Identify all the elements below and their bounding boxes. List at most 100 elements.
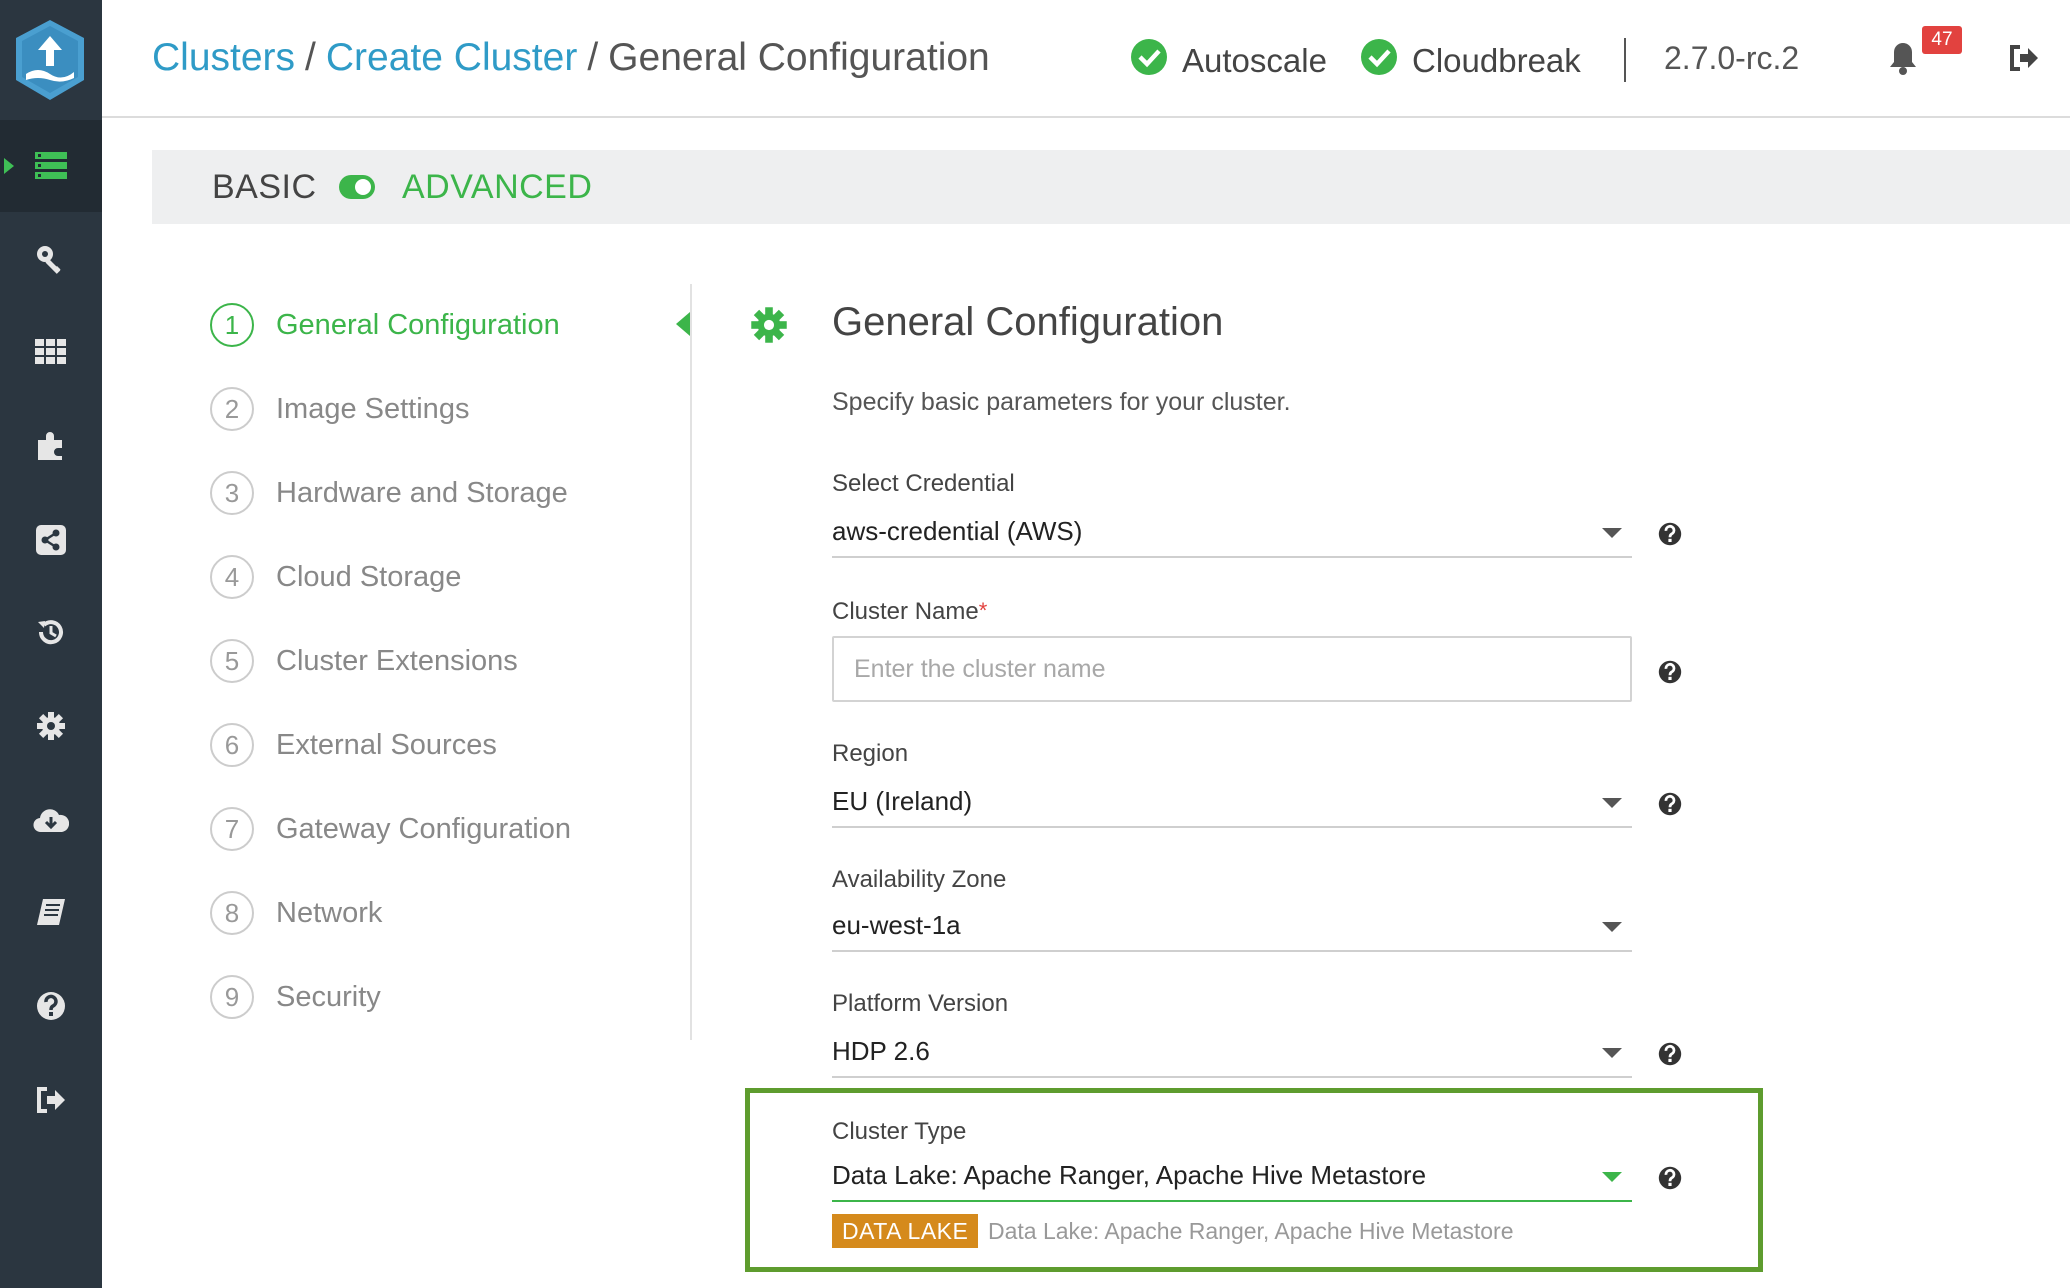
- mode-basic-label[interactable]: BASIC: [212, 168, 317, 207]
- cluster-type-label: Cluster Type: [832, 1118, 967, 1145]
- credential-label: Select Credential: [832, 470, 1015, 497]
- availability-zone-select[interactable]: eu-west-1a: [832, 902, 1632, 952]
- step-label: Security: [276, 980, 381, 1013]
- mode-toggle-switch[interactable]: [338, 174, 376, 200]
- step-number: 7: [210, 807, 254, 851]
- availability-zone-value: eu-west-1a: [832, 910, 961, 940]
- check-circle-icon: [1360, 38, 1412, 84]
- top-header: Clusters / Create Cluster / General Configur…: [102, 0, 2070, 118]
- sidebar-item-history[interactable]: [0, 586, 102, 678]
- platform-version-label: Platform Version: [832, 990, 1009, 1017]
- service-status-autoscale: Autoscale: [1130, 38, 1327, 84]
- mode-bar: BASIC ADVANCED: [152, 150, 2070, 224]
- sidebar-item-docs[interactable]: [0, 866, 102, 958]
- form-title: General Configuration: [832, 300, 1224, 344]
- mode-advanced-label[interactable]: ADVANCED: [402, 168, 592, 207]
- help-icon[interactable]: [1658, 1166, 1682, 1190]
- share-icon: [36, 525, 66, 555]
- step-number: 3: [210, 471, 254, 515]
- step-number: 2: [210, 387, 254, 431]
- version-label: 2.7.0-rc.2: [1664, 40, 1800, 76]
- help-icon[interactable]: [1658, 660, 1682, 684]
- platform-version-value: HDP 2.6: [832, 1036, 930, 1066]
- step-hardware-and-storage[interactable]: 3 Hardware and Storage: [210, 468, 710, 518]
- step-security[interactable]: 9 Security: [210, 972, 710, 1022]
- help-icon[interactable]: [1658, 522, 1682, 546]
- sidebar-item-settings[interactable]: [0, 680, 102, 772]
- puzzle-icon: [36, 430, 66, 462]
- step-label: Cluster Extensions: [276, 644, 518, 677]
- steps-divider: [690, 284, 692, 1040]
- step-external-sources[interactable]: 6 External Sources: [210, 720, 710, 770]
- cluster-type-description: Data Lake: Apache Ranger, Apache Hive Me…: [988, 1218, 1514, 1244]
- step-number: 9: [210, 975, 254, 1019]
- key-icon: [35, 244, 67, 276]
- required-asterisk: *: [978, 598, 988, 623]
- step-number: 6: [210, 723, 254, 767]
- logout-icon: [2008, 45, 2040, 76]
- header-logout-button[interactable]: [2008, 44, 2040, 77]
- step-label: Network: [276, 896, 383, 929]
- cluster-name-label: Cluster Name*: [832, 598, 987, 626]
- notification-count-badge: 47: [1922, 26, 1962, 54]
- help-icon: [36, 991, 66, 1021]
- step-cluster-extensions[interactable]: 5 Cluster Extensions: [210, 636, 710, 686]
- sidebar-item-credentials[interactable]: [0, 214, 102, 306]
- cluster-type-select[interactable]: Data Lake: Apache Ranger, Apache Hive Me…: [832, 1152, 1632, 1202]
- cluster-name-input[interactable]: [832, 636, 1632, 702]
- credential-value: aws-credential (AWS): [832, 516, 1083, 546]
- step-image-settings[interactable]: 2 Image Settings: [210, 384, 710, 434]
- service-status-cloudbreak: Cloudbreak: [1360, 38, 1581, 84]
- header-divider: [1624, 38, 1626, 82]
- credential-select[interactable]: aws-credential (AWS): [832, 508, 1632, 558]
- chevron-down-icon: [1602, 1172, 1622, 1182]
- region-select[interactable]: EU (Ireland): [832, 778, 1632, 828]
- step-cloud-storage[interactable]: 4 Cloud Storage: [210, 552, 710, 602]
- active-step-caret-icon: [676, 312, 690, 336]
- step-number: 8: [210, 891, 254, 935]
- sidebar-item-download[interactable]: [0, 774, 102, 866]
- gear-icon: [750, 306, 788, 349]
- cloudbreak-logo[interactable]: [14, 18, 86, 102]
- chevron-down-icon: [1602, 1048, 1622, 1058]
- check-circle-icon: [1130, 38, 1182, 84]
- notifications-button[interactable]: [1888, 40, 1918, 81]
- region-label: Region: [832, 740, 909, 767]
- sidebar: [0, 0, 102, 1288]
- cloud-download-icon: [33, 806, 69, 834]
- help-icon[interactable]: [1658, 792, 1682, 816]
- sidebar-item-clusters[interactable]: [0, 120, 102, 212]
- step-network[interactable]: 8 Network: [210, 888, 710, 938]
- logout-icon: [35, 1086, 67, 1114]
- history-icon: [35, 616, 67, 648]
- sidebar-item-extensions[interactable]: [0, 400, 102, 492]
- breadcrumb-clusters[interactable]: Clusters: [152, 36, 295, 79]
- step-number: 5: [210, 639, 254, 683]
- step-label: Gateway Configuration: [276, 812, 571, 845]
- cluster-type-value: Data Lake: Apache Ranger, Apache Hive Me…: [832, 1160, 1427, 1190]
- service-name: Cloudbreak: [1412, 42, 1581, 79]
- form-description: Specify basic parameters for your cluste…: [832, 388, 1291, 416]
- step-gateway-configuration[interactable]: 7 Gateway Configuration: [210, 804, 710, 854]
- sidebar-item-shared-services[interactable]: [0, 494, 102, 586]
- breadcrumb-separator: /: [305, 36, 316, 79]
- bell-icon: [1888, 43, 1918, 80]
- sidebar-item-logout[interactable]: [0, 1054, 102, 1146]
- clusters-icon: [34, 151, 68, 181]
- step-general-configuration[interactable]: 1 General Configuration: [210, 300, 710, 350]
- platform-version-select[interactable]: HDP 2.6: [832, 1028, 1632, 1078]
- step-label: Cloud Storage: [276, 560, 462, 593]
- breadcrumb-create-cluster[interactable]: Create Cluster: [326, 36, 577, 79]
- chevron-down-icon: [1602, 798, 1622, 808]
- breadcrumb-current: General Configuration: [608, 36, 990, 79]
- chevron-down-icon: [1602, 922, 1622, 932]
- chevron-down-icon: [1602, 528, 1622, 538]
- breadcrumb-separator: /: [587, 36, 599, 79]
- book-icon: [35, 897, 67, 927]
- grid-icon: [35, 339, 67, 365]
- step-label: Image Settings: [276, 392, 470, 425]
- sidebar-item-help[interactable]: [0, 960, 102, 1052]
- help-icon[interactable]: [1658, 1042, 1682, 1066]
- region-value: EU (Ireland): [832, 786, 973, 816]
- sidebar-item-blueprints[interactable]: [0, 306, 102, 398]
